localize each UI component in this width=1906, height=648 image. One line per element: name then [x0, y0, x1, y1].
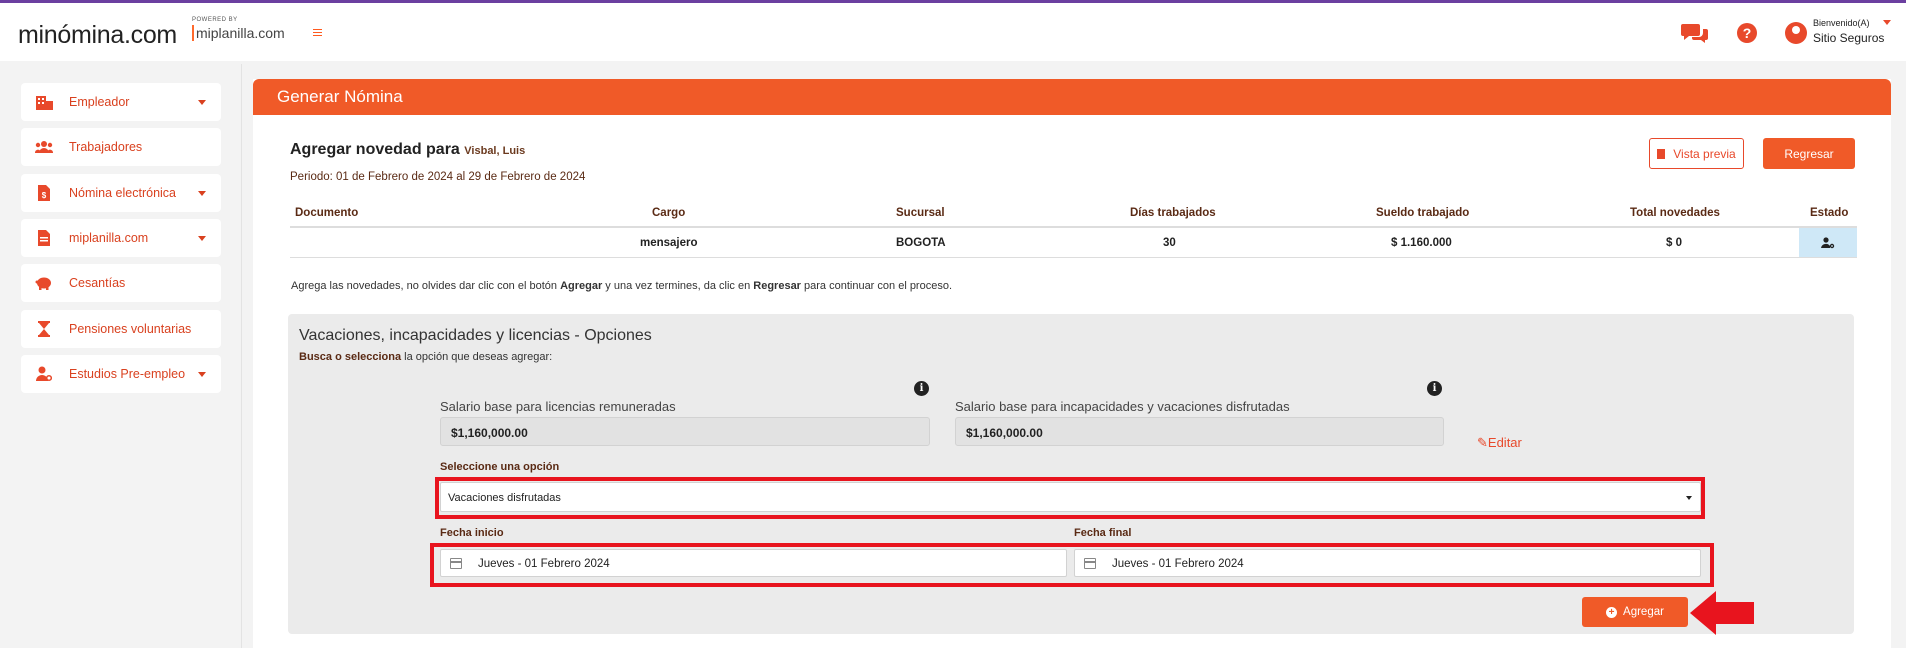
table-row: mensajero BOGOTA 30 $ 1.160.000 $ 0 — [290, 228, 1857, 258]
column-header: Documento — [295, 207, 359, 219]
svg-text:$: $ — [42, 191, 47, 200]
chevron-down-icon — [198, 100, 206, 105]
column-header: Días trabajados — [1130, 207, 1216, 219]
top-bar: minómina.com POWERED BY miplanilla.com ?… — [0, 3, 1906, 61]
table-header: Documento Cargo Sucursal Días trabajados… — [290, 199, 1857, 228]
user-gear-icon — [1821, 236, 1835, 248]
sidebar-item-label: Cesantías — [69, 276, 126, 290]
sidebar-item-label: Estudios Pre-empleo — [69, 367, 186, 381]
sidebar-item-cesantias[interactable]: Cesantías — [21, 264, 221, 302]
sidebar-item-empleador[interactable]: Empleador — [21, 83, 221, 121]
page-title: Generar Nómina — [277, 87, 403, 106]
powered-by-label: POWERED BY — [192, 17, 238, 23]
sidebar-item-label: Pensiones voluntarias — [69, 322, 192, 336]
fecha-inicio-label: Fecha inicio — [440, 527, 504, 539]
edit-label: Editar — [1487, 435, 1522, 450]
sidebar-item-label: Nómina electrónica — [69, 186, 176, 200]
chevron-down-icon — [198, 191, 206, 196]
user-search-icon — [35, 365, 53, 383]
arrow-left-icon — [1690, 591, 1754, 635]
edit-link[interactable]: ✎Editar — [1477, 435, 1522, 451]
chat-icon[interactable] — [1681, 22, 1709, 44]
preview-button[interactable]: Vista previa — [1649, 138, 1744, 169]
piggy-bank-icon — [35, 274, 53, 292]
cell-cargo: mensajero — [640, 237, 698, 249]
help-agregar: Agregar — [560, 280, 603, 292]
svg-text:?: ? — [1743, 25, 1752, 41]
sidebar: Empleador Trabajadores $ Nómina electrón… — [0, 64, 242, 648]
logo[interactable]: minómina.com — [18, 21, 177, 50]
novedad-prefix: Agregar novedad para — [290, 141, 460, 158]
column-header: Total novedades — [1630, 207, 1720, 219]
salary-inc-label: Salario base para incapacidades y vacaci… — [955, 399, 1290, 414]
novedad-heading: Agregar novedad para Visbal, Luis — [290, 141, 525, 159]
cell-dias: 30 — [1163, 237, 1176, 249]
highlight-box-dates — [430, 543, 1714, 587]
sidebar-item-trabajadores[interactable]: Trabajadores — [21, 128, 221, 166]
info-icon[interactable]: i — [914, 381, 929, 396]
user-name: Sitio Seguros — [1813, 31, 1885, 45]
panel-subtitle-rest: la opción que deseas agregar: — [401, 351, 553, 363]
employee-name: Visbal, Luis — [464, 145, 526, 157]
chevron-down-icon — [198, 236, 206, 241]
partner-logo[interactable]: POWERED BY miplanilla.com — [192, 17, 292, 41]
sidebar-item-label: Trabajadores — [69, 140, 143, 154]
employee-table: Documento Cargo Sucursal Días trabajados… — [290, 199, 1857, 258]
sidebar-item-label: Empleador — [69, 95, 130, 109]
panel-subtitle-bold: Busca o selecciona — [299, 351, 402, 363]
select-label: Seleccione una opción — [440, 461, 560, 473]
user-greeting: Bienvenido(A) — [1813, 18, 1870, 28]
periodo-text: Periodo: 01 de Febrero de 2024 al 29 de … — [290, 171, 586, 183]
back-button[interactable]: Regresar — [1763, 138, 1855, 169]
add-button[interactable]: + Agregar — [1582, 597, 1688, 627]
pdf-icon — [1657, 148, 1666, 159]
chevron-down-icon — [198, 372, 206, 377]
salary-inc-field: $1,160,000.00 — [955, 417, 1444, 446]
salary-lic-label: Salario base para licencias remuneradas — [440, 399, 676, 414]
sidebar-item-label: miplanilla.com — [69, 231, 149, 245]
estado-button[interactable] — [1799, 228, 1857, 257]
sidebar-item-nomina-electronica[interactable]: $ Nómina electrónica — [21, 174, 221, 212]
cell-total: $ 0 — [1666, 237, 1682, 249]
building-icon — [35, 93, 53, 111]
highlight-box-select — [435, 477, 1705, 519]
column-header: Sucursal — [896, 207, 945, 219]
help-text-part: Agrega las novedades, no olvides dar cli… — [291, 280, 561, 292]
column-header: Estado — [1810, 207, 1849, 219]
help-text-part: para continuar con el proceso. — [800, 280, 953, 292]
sidebar-item-miplanilla[interactable]: miplanilla.com — [21, 219, 221, 257]
panel-title: Vacaciones, incapacidades y licencias - … — [299, 327, 652, 344]
column-header: Cargo — [652, 207, 686, 219]
pencil-icon: ✎ — [1477, 435, 1488, 450]
info-icon[interactable]: i — [1427, 381, 1442, 396]
add-button-label: Agregar — [1623, 606, 1664, 618]
sidebar-item-estudios[interactable]: Estudios Pre-empleo — [21, 355, 221, 393]
menu-toggle-icon[interactable] — [313, 29, 322, 36]
document-icon — [35, 229, 53, 247]
invoice-icon: $ — [35, 184, 53, 202]
help-text-part: y una vez termines, da clic en — [602, 280, 754, 292]
users-icon — [35, 138, 53, 156]
partner-name: miplanilla.com — [192, 25, 292, 41]
help-icon[interactable]: ? — [1737, 23, 1757, 43]
plus-circle-icon: + — [1606, 606, 1618, 618]
user-avatar-icon — [1785, 22, 1807, 44]
fecha-final-label: Fecha final — [1074, 527, 1132, 539]
user-menu-caret-icon[interactable] — [1883, 20, 1891, 25]
card-header: Generar Nómina — [253, 79, 1891, 115]
preview-button-label: Vista previa — [1673, 146, 1736, 161]
help-text: Agrega las novedades, no olvides dar cli… — [291, 280, 952, 292]
salary-lic-field: $1,160,000.00 — [440, 417, 930, 446]
column-header: Sueldo trabajado — [1376, 207, 1470, 219]
cell-sucursal: BOGOTA — [896, 237, 946, 249]
panel-subtitle: Busca o selecciona la opción que deseas … — [299, 351, 552, 363]
help-regresar: Regresar — [753, 280, 801, 292]
back-button-label: Regresar — [1784, 146, 1834, 161]
hourglass-icon — [35, 320, 53, 338]
cell-sueldo: $ 1.160.000 — [1391, 237, 1452, 249]
sidebar-item-pensiones[interactable]: Pensiones voluntarias — [21, 310, 221, 348]
